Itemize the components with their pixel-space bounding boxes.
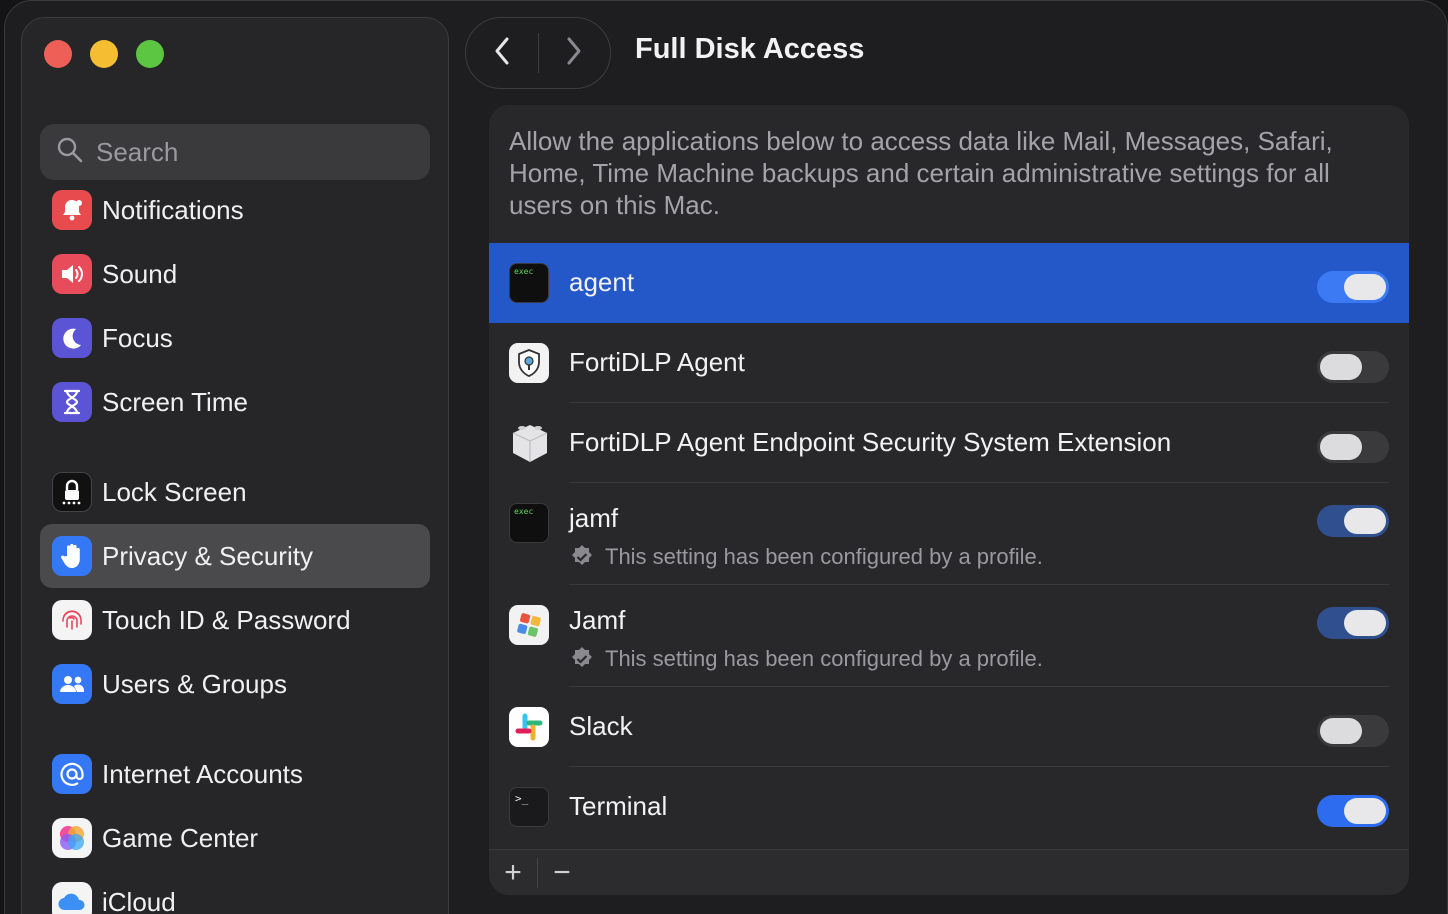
bell-icon bbox=[52, 190, 92, 230]
access-toggle[interactable] bbox=[1317, 351, 1389, 383]
managed-note: This setting has been configured by a pr… bbox=[569, 646, 1043, 672]
search-field[interactable]: Search bbox=[40, 124, 430, 180]
exec-icon: exec bbox=[509, 503, 549, 543]
sidebar: Search Notifications Sound Focus Screen … bbox=[21, 17, 449, 914]
jamf-icon bbox=[509, 605, 549, 645]
verified-badge-icon bbox=[572, 545, 592, 565]
sidebar-item-label: Focus bbox=[102, 322, 173, 353]
exec-icon: exec bbox=[509, 263, 549, 303]
app-name: FortiDLP Agent bbox=[569, 347, 745, 377]
app-name: agent bbox=[569, 267, 635, 297]
app-name: FortiDLP Agent Endpoint Security System … bbox=[569, 427, 1172, 457]
access-toggle[interactable] bbox=[1317, 271, 1389, 303]
sidebar-item-notifications[interactable]: Notifications bbox=[40, 178, 430, 242]
full-disk-access-panel: Allow the applications below to access d… bbox=[489, 105, 1409, 895]
search-icon bbox=[56, 136, 84, 169]
fingerprint-icon bbox=[52, 600, 92, 640]
sidebar-item-label: Privacy & Security bbox=[102, 540, 313, 571]
sidebar-item-icloud[interactable]: iCloud bbox=[40, 870, 430, 914]
users-icon bbox=[52, 664, 92, 704]
game-center-icon bbox=[52, 818, 92, 858]
sidebar-item-label: Touch ID & Password bbox=[102, 604, 351, 635]
app-row-jamf[interactable]: Jamf This setting has been configured by… bbox=[489, 585, 1409, 687]
sidebar-item-game-center[interactable]: Game Center bbox=[40, 806, 430, 870]
fortidlp-shield-icon bbox=[509, 343, 549, 383]
app-name: Slack bbox=[569, 711, 633, 741]
verified-badge-icon bbox=[572, 647, 592, 667]
hand-icon bbox=[52, 536, 92, 576]
sidebar-item-touch-id[interactable]: Touch ID & Password bbox=[40, 588, 430, 652]
sidebar-item-label: Game Center bbox=[102, 822, 259, 853]
sidebar-item-label: iCloud bbox=[102, 886, 176, 914]
chevron-left-icon bbox=[492, 35, 512, 72]
navigation-buttons bbox=[465, 17, 611, 89]
terminal-icon: >_ bbox=[509, 787, 549, 827]
chevron-right-icon bbox=[564, 35, 584, 72]
app-row-fortidlp-extension[interactable]: FortiDLP Agent Endpoint Security System … bbox=[489, 403, 1409, 483]
remove-app-button[interactable]: − bbox=[538, 850, 586, 896]
app-row-terminal[interactable]: >_ Terminal bbox=[489, 767, 1409, 847]
sidebar-item-label: Sound bbox=[102, 258, 178, 289]
managed-note: This setting has been configured by a pr… bbox=[569, 544, 1043, 570]
settings-window: Search Notifications Sound Focus Screen … bbox=[4, 0, 1448, 914]
back-button[interactable] bbox=[466, 17, 538, 89]
sidebar-item-label: Notifications bbox=[102, 194, 244, 225]
sidebar-item-sound[interactable]: Sound bbox=[40, 242, 430, 306]
close-window-button[interactable] bbox=[44, 40, 72, 68]
sidebar-item-label: Internet Accounts bbox=[102, 758, 303, 789]
sidebar-item-screen-time[interactable]: Screen Time bbox=[40, 370, 430, 434]
app-row-fortidlp-agent[interactable]: FortiDLP Agent bbox=[489, 323, 1409, 403]
system-extension-icon bbox=[509, 421, 549, 462]
at-icon bbox=[52, 754, 92, 794]
app-name: jamf bbox=[569, 503, 619, 533]
access-toggle[interactable] bbox=[1317, 795, 1389, 827]
access-toggle bbox=[1317, 607, 1389, 639]
cloud-icon bbox=[52, 882, 92, 914]
minimize-window-button[interactable] bbox=[90, 40, 118, 68]
sidebar-item-internet-accounts[interactable]: Internet Accounts bbox=[40, 742, 430, 806]
sidebar-item-lock-screen[interactable]: Lock Screen bbox=[40, 460, 430, 524]
app-row-agent[interactable]: exec agent bbox=[489, 243, 1409, 323]
sidebar-item-users-groups[interactable]: Users & Groups bbox=[40, 652, 430, 716]
hourglass-icon bbox=[52, 382, 92, 422]
access-toggle[interactable] bbox=[1317, 715, 1389, 747]
speaker-icon bbox=[52, 254, 92, 294]
panel-description: Allow the applications below to access d… bbox=[509, 126, 1333, 220]
forward-button[interactable] bbox=[539, 17, 611, 89]
add-app-button[interactable]: + bbox=[489, 850, 537, 896]
page-title: Full Disk Access bbox=[635, 33, 865, 65]
sidebar-item-privacy-security[interactable]: Privacy & Security bbox=[40, 524, 430, 588]
app-name: Terminal bbox=[569, 791, 668, 821]
search-placeholder: Search bbox=[96, 136, 179, 167]
access-toggle bbox=[1317, 505, 1389, 537]
app-name: Jamf bbox=[569, 605, 626, 635]
app-row-jamf-exec[interactable]: exec jamf This setting has been configur… bbox=[489, 483, 1409, 585]
sidebar-item-label: Screen Time bbox=[102, 386, 248, 417]
list-toolbar: + − bbox=[489, 849, 1409, 895]
app-row-slack[interactable]: Slack bbox=[489, 687, 1409, 767]
access-toggle[interactable] bbox=[1317, 431, 1389, 463]
maximize-window-button[interactable] bbox=[136, 40, 164, 68]
moon-icon bbox=[52, 318, 92, 358]
window-controls bbox=[44, 40, 164, 68]
sidebar-item-label: Users & Groups bbox=[102, 668, 287, 699]
lock-icon bbox=[52, 472, 92, 512]
slack-icon bbox=[509, 707, 549, 747]
sidebar-item-focus[interactable]: Focus bbox=[40, 306, 430, 370]
sidebar-item-label: Lock Screen bbox=[102, 476, 247, 507]
